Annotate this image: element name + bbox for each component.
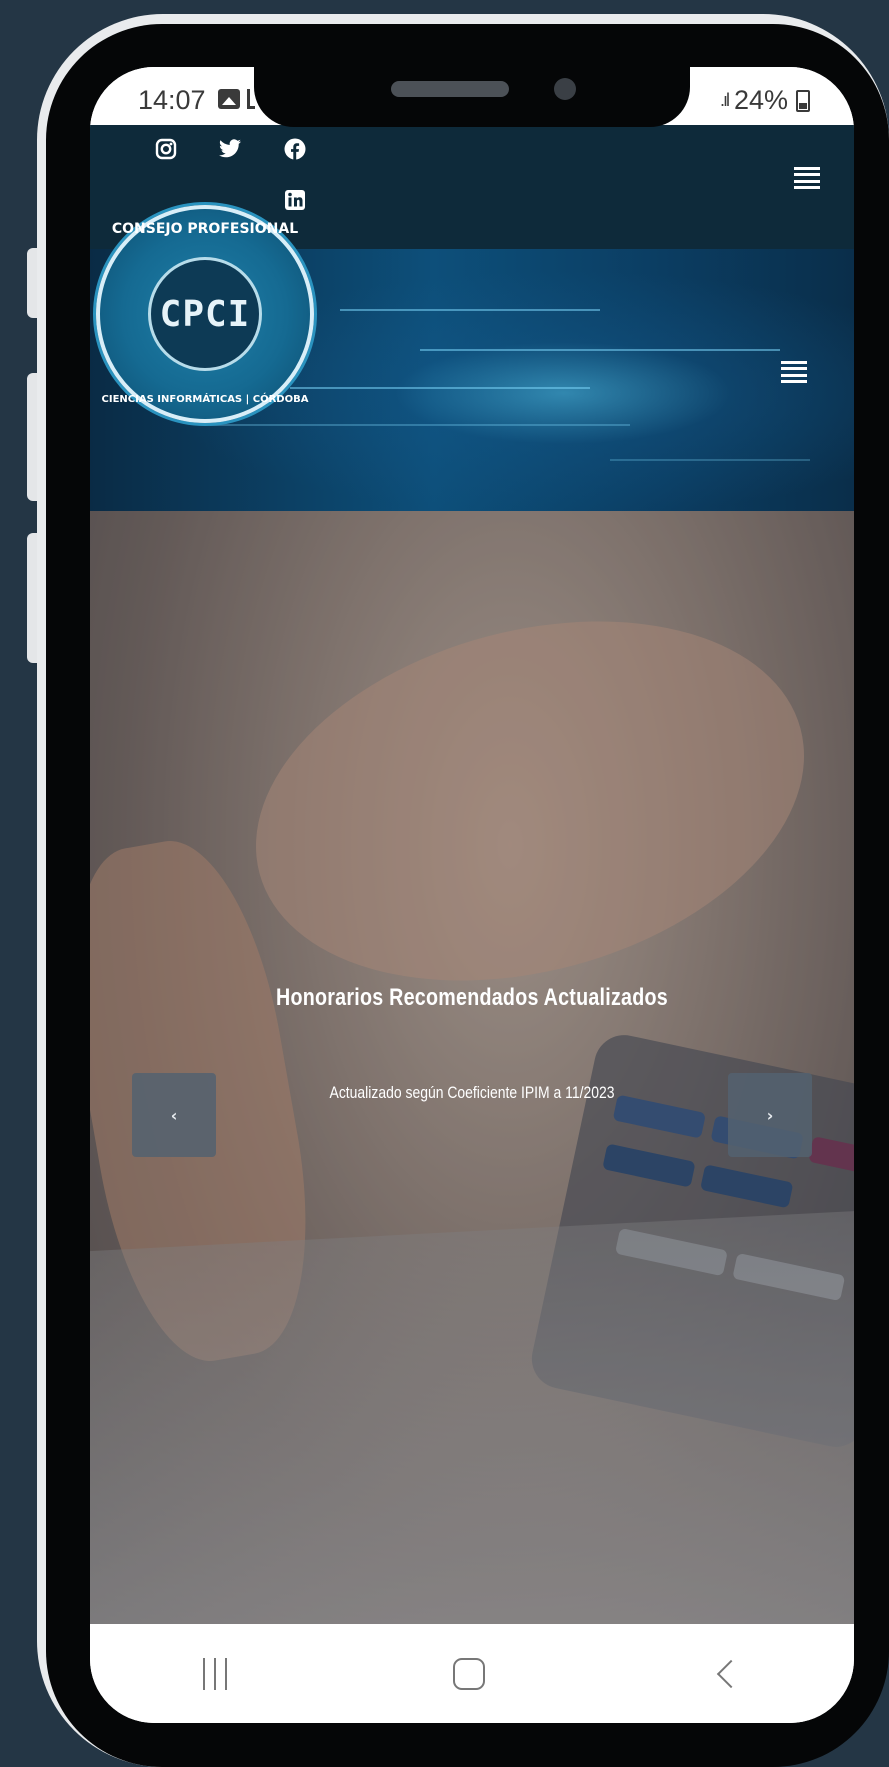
notch — [254, 67, 690, 127]
banner-line — [290, 387, 590, 389]
menu-icon-secondary[interactable] — [781, 361, 807, 383]
battery-percent: 24% — [733, 85, 788, 115]
phone-screen: 14:07 .ıl 24% CONSEJO PROFESIONAL CPCI C… — [90, 67, 854, 1723]
home-icon[interactable] — [453, 1657, 485, 1690]
logo-ring-bottom-text: CIENCIAS INFORMÁTICAS | CÓRDOBA — [101, 394, 309, 405]
hero-title: Honorarios Recomendados Actualizados — [276, 984, 668, 1011]
slider-next-button[interactable]: › — [728, 1073, 812, 1157]
back-icon[interactable] — [716, 1659, 746, 1688]
speaker — [391, 81, 509, 97]
android-nav-bar — [90, 1624, 854, 1723]
hero-subtitle: Actualizado según Coeficiente IPIM a 11/… — [329, 1083, 615, 1102]
cpci-logo[interactable]: CONSEJO PROFESIONAL CPCI CIENCIAS INFORM… — [96, 205, 314, 423]
status-right-group: .ıl 24% — [720, 85, 810, 116]
banner-line — [340, 309, 600, 311]
chevron-right-icon: › — [766, 1105, 774, 1125]
battery-icon — [796, 89, 810, 112]
hero-slider: Honorarios Recomendados Actualizados Act… — [90, 511, 854, 1624]
twitter-icon[interactable] — [218, 137, 242, 161]
menu-icon[interactable] — [794, 167, 820, 189]
chevron-left-icon: ‹ — [170, 1105, 178, 1125]
facebook-icon[interactable] — [283, 137, 307, 161]
logo-main-text: CPCI — [159, 293, 251, 335]
hero-overlay — [90, 511, 854, 1624]
site-header: CONSEJO PROFESIONAL CPCI CIENCIAS INFORM… — [90, 125, 854, 511]
banner-line — [210, 424, 630, 426]
logo-ring-top-text: CONSEJO PROFESIONAL — [111, 221, 299, 237]
gallery-icon — [218, 89, 240, 109]
status-time: 14:07 — [138, 85, 206, 115]
instagram-icon[interactable] — [154, 137, 178, 161]
logo-emblem: CPCI — [148, 257, 262, 371]
slider-prev-button[interactable]: ‹ — [132, 1073, 216, 1157]
front-camera — [554, 78, 576, 100]
banner-line — [420, 349, 780, 351]
signal-icon: .ıl — [719, 90, 730, 110]
banner-line — [610, 459, 810, 461]
linkedin-icon[interactable] — [283, 188, 307, 212]
recents-icon[interactable] — [203, 1657, 227, 1690]
